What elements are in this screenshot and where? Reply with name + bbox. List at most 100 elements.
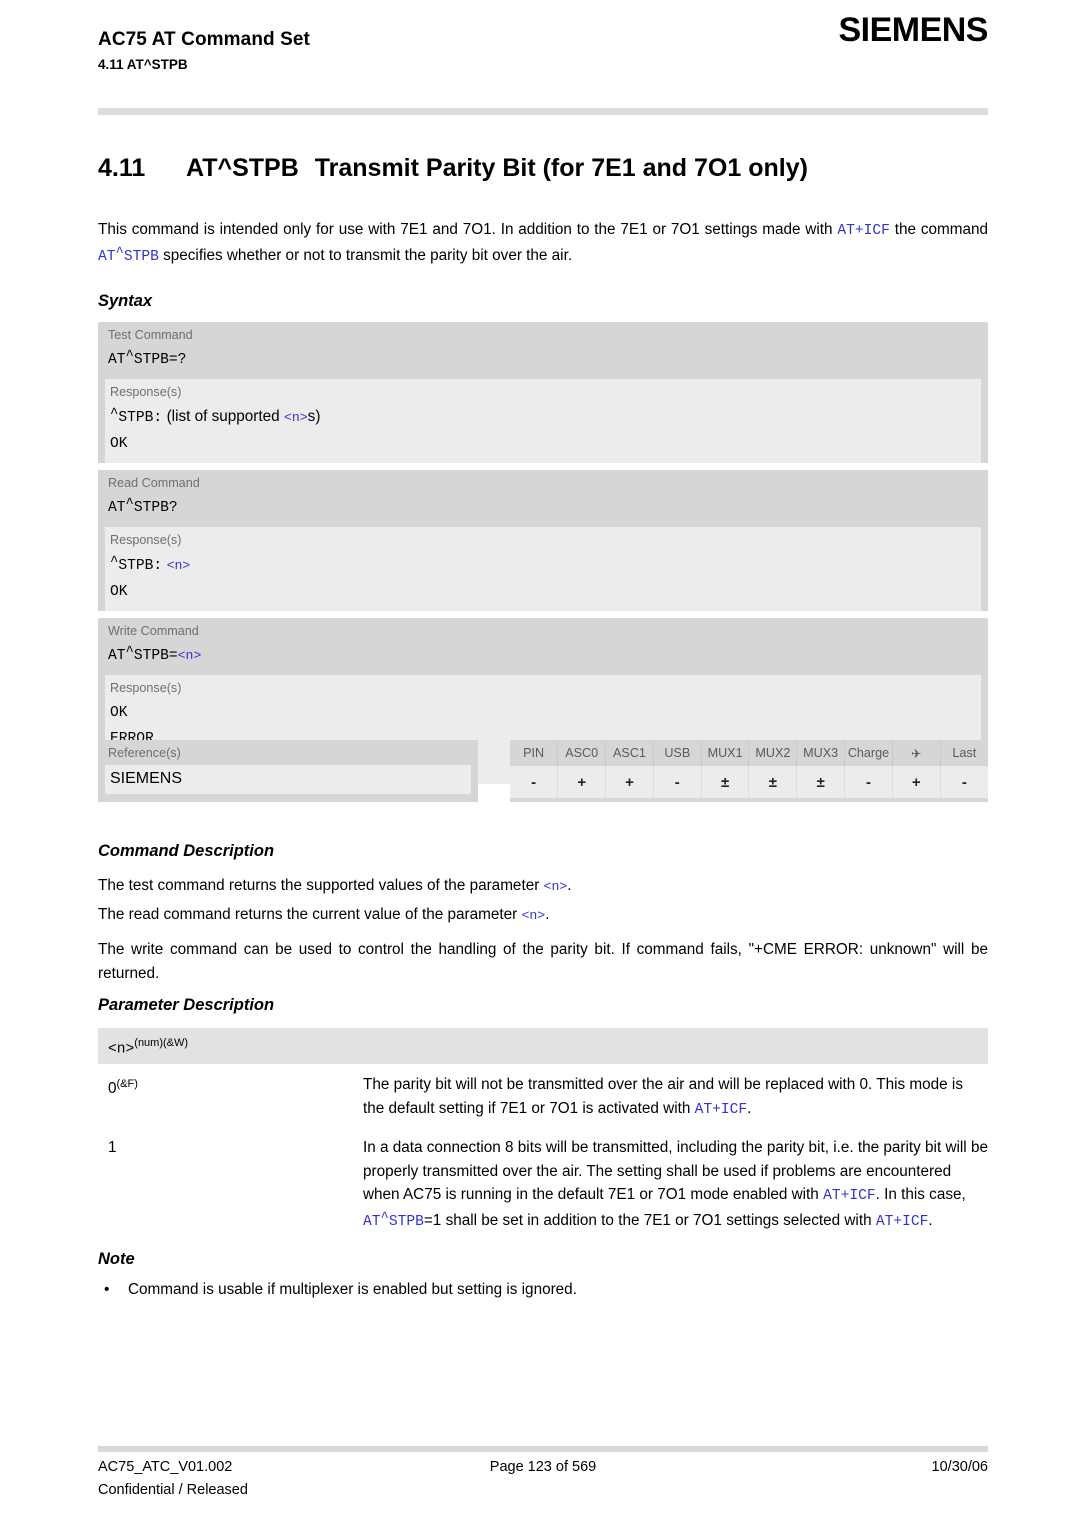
intro-text-2: the command xyxy=(889,221,988,238)
footer-date: 10/30/06 xyxy=(931,1459,988,1475)
document-page: AC75 AT Command Set 4.11 AT^STPB SIEMENS… xyxy=(98,0,988,1528)
write-command-param: <n> xyxy=(177,648,202,663)
capability-val-charge: - xyxy=(844,766,893,798)
capability-val-mux2: ± xyxy=(748,766,798,798)
syntax-heading: Syntax xyxy=(98,292,153,310)
parameter-description-table: <n>(num)(&W) 0(&F) The parity bit will n… xyxy=(98,1028,988,1234)
capability-val-last: - xyxy=(940,766,988,798)
test-response-text-1: (list of supported xyxy=(166,408,284,425)
airplane-mode-icon: ✈ xyxy=(892,740,941,766)
capability-col-last: Last xyxy=(952,746,977,760)
read-command-block: Read Command AT^STPB? Response(s) ^STPB:… xyxy=(98,470,988,611)
capability-val-asc0: + xyxy=(557,766,607,798)
section-command: AT^STPB xyxy=(186,154,299,182)
test-response-line: ^STPB: (list of supported <n>s) xyxy=(105,404,981,431)
pd0-text-a: The parity bit will not be transmitted o… xyxy=(363,1076,963,1117)
reference-capability-row: Reference(s) SIEMENS PIN ASC0 ASC1 USB M… xyxy=(98,740,988,802)
parameter-key-0-superscript: (&F) xyxy=(116,1078,138,1091)
header-divider xyxy=(98,108,988,115)
parameter-key-1-value: 1 xyxy=(108,1139,117,1157)
capability-table: PIN ASC0 ASC1 USB MUX1 MUX2 MUX3 Charge … xyxy=(510,740,988,802)
parameter-key-0-value: 0 xyxy=(108,1080,117,1098)
cd-param-1: <n> xyxy=(543,879,568,894)
note-text: Command is usable if multiplexer is enab… xyxy=(128,1281,577,1298)
cd-text-1a: The test command returns the supported v… xyxy=(98,877,544,894)
capability-col-charge: Charge xyxy=(844,740,893,766)
read-response-param: <n> xyxy=(166,558,191,573)
footer-left: AC75_ATC_V01.002 Confidential / Released xyxy=(98,1456,248,1502)
parameter-header-name: <n> xyxy=(108,1041,135,1058)
test-response-ok: OK xyxy=(110,436,128,452)
test-response-param: <n> xyxy=(283,410,308,425)
reference-box: Reference(s) SIEMENS xyxy=(98,740,478,802)
read-response-line: ^STPB: <n> xyxy=(105,552,981,579)
pd0-at-icf-reference: AT+ICF xyxy=(694,1101,748,1118)
capability-value-row: - + + - ± ± ± - + - xyxy=(510,766,988,798)
page-title: 4.11 AT^STPB Transmit Parity Bit (for 7E1 … xyxy=(98,152,988,184)
parameter-header-row: <n>(num)(&W) xyxy=(98,1028,988,1065)
test-response-label: Response(s) xyxy=(110,385,182,399)
footer-doc-id: AC75_ATC_V01.002 xyxy=(98,1459,233,1475)
cd-text-2a: The read command returns the current val… xyxy=(98,905,522,923)
read-response-label: Response(s) xyxy=(110,533,182,547)
capability-val-airplane: + xyxy=(892,766,941,798)
read-command-label: Read Command xyxy=(108,476,200,490)
pd1-at-icf-reference-1: AT+ICF xyxy=(823,1188,876,1205)
test-response-panel: Response(s) ^STPB: (list of supported <n… xyxy=(105,379,981,463)
at-icf-reference: AT+ICF xyxy=(837,223,890,239)
pd1-text-c: =1 shall be set in addition to the 7E1 o… xyxy=(423,1211,876,1229)
test-command-block: Test Command AT^STPB=? Response(s) ^STPB… xyxy=(98,322,988,463)
parameter-key-0: 0(&F) xyxy=(98,1073,363,1122)
pd1-at-stpb-reference: AT^STPB xyxy=(363,1209,424,1230)
cd-text-2b: . xyxy=(545,905,550,923)
parameter-row-0: 0(&F) The parity bit will not be transmi… xyxy=(98,1073,988,1122)
parameter-value-0: The parity bit will not be transmitted o… xyxy=(363,1073,988,1122)
command-description-line-2: The read command returns the current val… xyxy=(98,903,988,928)
page-footer: Page 123 of 569 10/30/06 AC75_ATC_V01.00… xyxy=(98,1456,988,1504)
syntax-table: Test Command AT^STPB=? Response(s) ^STPB… xyxy=(98,322,988,791)
capability-col-usb: USB xyxy=(653,740,702,766)
pd1-text-b: . In this case, xyxy=(875,1186,966,1204)
header-section-ref: 4.11 AT^STPB xyxy=(98,57,188,72)
at-stpb-reference: AT^STPB xyxy=(98,244,159,265)
read-response-code: ^STPB: xyxy=(110,554,163,574)
write-response-ok: OK xyxy=(110,705,128,721)
parameter-header-superscript: (num)(&W) xyxy=(134,1037,189,1049)
test-command-syntax: AT^STPB=? xyxy=(108,348,187,368)
capability-val-mux3: ± xyxy=(796,766,846,798)
reference-value: SIEMENS xyxy=(105,765,471,794)
capability-col-mux1: MUX1 xyxy=(701,740,750,766)
note-heading: Note xyxy=(98,1250,135,1268)
pd0-text-b: . xyxy=(747,1099,752,1117)
command-description-body: The test command returns the supported v… xyxy=(98,874,988,985)
write-command-label: Write Command xyxy=(108,624,199,638)
capability-col-asc0: ASC0 xyxy=(557,740,607,766)
capability-col-mux3: MUX3 xyxy=(796,740,846,766)
test-response-text-2: s) xyxy=(307,408,321,425)
command-description-line-1: The test command returns the supported v… xyxy=(98,874,988,899)
capability-col-asc1: ASC1 xyxy=(605,740,654,766)
command-description-heading: Command Description xyxy=(98,842,275,860)
command-description-line-3: The write command can be used to control… xyxy=(98,941,988,982)
read-command-syntax: AT^STPB? xyxy=(108,496,178,516)
footer-classification: Confidential / Released xyxy=(98,1482,248,1498)
cd-text-1b: . xyxy=(567,877,572,894)
section-number: 4.11 xyxy=(98,154,146,182)
parameter-row-1: 1 In a data connection 8 bits will be tr… xyxy=(98,1136,988,1234)
capability-val-mux1: ± xyxy=(701,766,750,798)
write-command-syntax: AT^STPB=<n> xyxy=(108,644,202,664)
note-bullet-icon: • xyxy=(104,1281,110,1298)
intro-text-3: specifies whether or not to transmit the… xyxy=(158,246,573,264)
test-command-label: Test Command xyxy=(108,328,193,342)
test-response-code: ^STPB: xyxy=(110,406,163,426)
section-title-text: Transmit Parity Bit (for 7E1 and 7O1 onl… xyxy=(314,154,808,182)
capability-col-mux2: MUX2 xyxy=(748,740,798,766)
note-list-item: • Command is usable if multiplexer is en… xyxy=(98,1278,988,1302)
parameter-value-1: In a data connection 8 bits will be tran… xyxy=(363,1136,988,1234)
intro-text-1: This command is intended only for use wi… xyxy=(98,221,838,238)
intro-paragraph: This command is intended only for use wi… xyxy=(98,218,988,269)
pd1-text-d: . xyxy=(928,1211,933,1229)
cd-param-2: <n> xyxy=(521,907,546,923)
parameter-description-heading: Parameter Description xyxy=(98,996,275,1014)
parameter-key-1: 1 xyxy=(98,1136,363,1234)
